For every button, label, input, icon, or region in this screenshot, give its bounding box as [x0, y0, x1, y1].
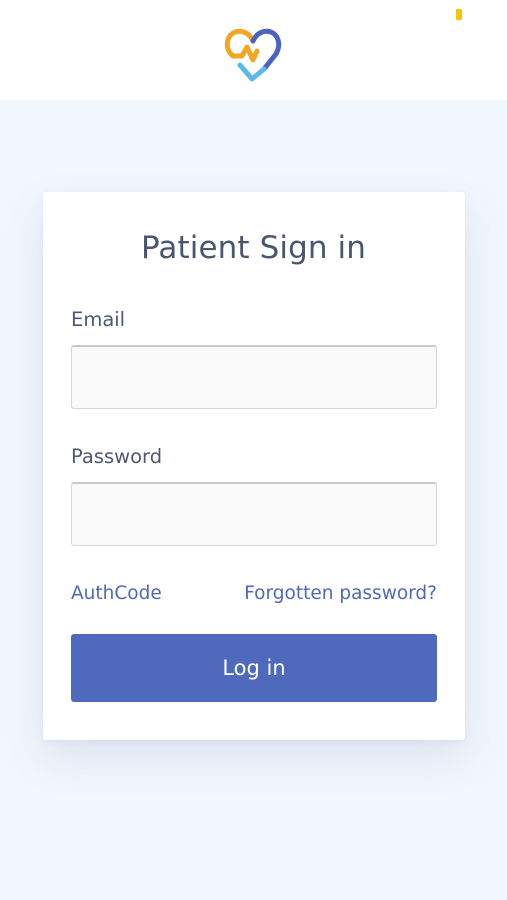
forgot-password-link[interactable]: Forgotten password?	[244, 582, 437, 606]
email-label: Email	[71, 308, 126, 331]
page-title: Patient Sign in	[140, 230, 367, 266]
heart-checkmark-logo-icon	[224, 28, 282, 82]
app-header	[0, 0, 507, 100]
email-field[interactable]	[71, 345, 437, 409]
password-label: Password	[71, 445, 163, 468]
authcode-link[interactable]: AuthCode	[71, 582, 162, 606]
status-indicator	[456, 9, 462, 20]
password-field[interactable]	[71, 482, 437, 546]
login-button[interactable]: Log in	[71, 634, 437, 702]
